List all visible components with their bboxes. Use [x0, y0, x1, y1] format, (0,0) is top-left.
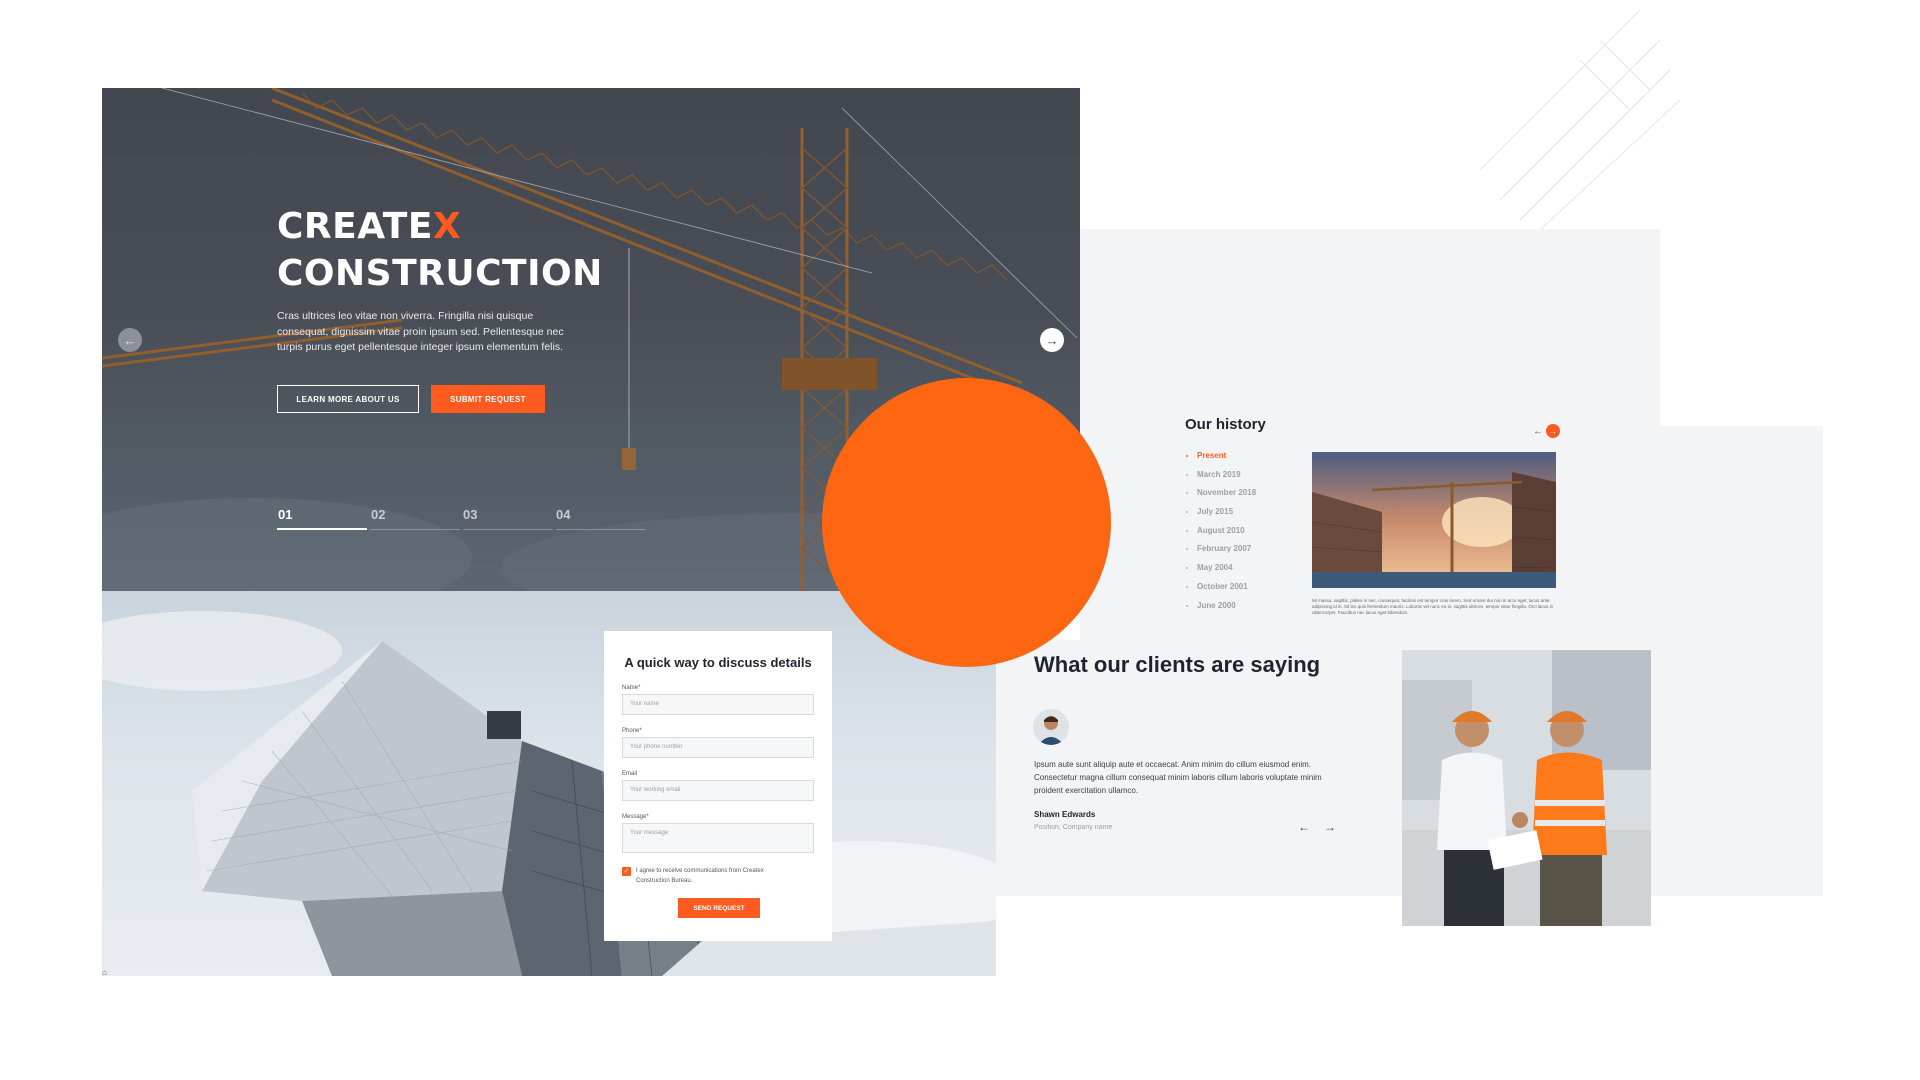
arrow-left-icon[interactable]: ←: [1298, 820, 1310, 834]
timeline-item[interactable]: Present: [1184, 451, 1256, 470]
message-label: Message*: [622, 814, 649, 820]
slide-tab-3[interactable]: 03: [463, 507, 477, 522]
history-timeline: Present March 2019 November 2018 July 20…: [1184, 451, 1256, 619]
slider-next-button[interactable]: →: [1040, 328, 1064, 352]
timeline-item[interactable]: July 2015: [1184, 507, 1256, 526]
timeline-item[interactable]: June 2000: [1184, 601, 1256, 620]
timeline-item[interactable]: November 2018: [1184, 488, 1256, 507]
submit-request-button[interactable]: SUBMIT REQUEST: [431, 385, 545, 413]
history-title: Our history: [1185, 416, 1266, 433]
hero-description: Cras ultrices leo vitae non viverra. Fri…: [277, 310, 564, 353]
slide-tab-4[interactable]: 04: [556, 507, 570, 522]
timeline-item[interactable]: August 2010: [1184, 526, 1256, 545]
timeline-item[interactable]: May 2004: [1184, 563, 1256, 582]
clients-nav: ← →: [1298, 820, 1336, 834]
slide-progress: [370, 529, 460, 530]
timeline-item[interactable]: October 2001: [1184, 582, 1256, 601]
phone-label: Phone*: [622, 728, 642, 734]
timeline-item[interactable]: February 2007: [1184, 544, 1256, 563]
slider-prev-button[interactable]: ←: [118, 328, 142, 352]
name-input[interactable]: Your name: [622, 694, 814, 715]
arrow-left-icon[interactable]: ←: [1533, 426, 1543, 437]
arrow-right-icon[interactable]: →: [1324, 820, 1336, 834]
consent-checkbox[interactable]: ✓: [622, 867, 631, 876]
send-request-button[interactable]: SEND REQUEST: [678, 898, 760, 918]
client-quote: Ipsum aute sunt aliquip aute et occaecat…: [1034, 760, 1322, 795]
decorative-lines: [1480, 9, 1680, 230]
history-caption: Mi massa, sagittis, platea in nec, conse…: [1312, 598, 1554, 615]
small-icon: ⌂: [102, 968, 107, 977]
client-name: Shawn Edwards: [1034, 810, 1096, 819]
history-panel-bg: [1080, 229, 1660, 429]
contact-form: A quick way to discuss details Name* You…: [604, 631, 832, 941]
arrow-left-icon: ←: [123, 332, 137, 348]
client-position: Position, Company name: [1034, 824, 1113, 831]
clients-title: What our clients are saying: [1034, 652, 1321, 677]
name-label: Name*: [622, 685, 641, 691]
message-textarea[interactable]: Your message: [622, 823, 814, 853]
form-title: A quick way to discuss details: [624, 655, 812, 670]
building-image: [102, 611, 996, 976]
phone-input[interactable]: Your phone number: [622, 737, 814, 758]
slide-tab-2[interactable]: 02: [371, 507, 385, 522]
consent-label: I agree to receive communications from C…: [636, 868, 764, 884]
hero-title-line2: CONSTRUCTION: [277, 253, 603, 294]
arrow-right-icon: →: [1045, 332, 1059, 348]
email-label: Email: [622, 771, 638, 777]
avatar: [1033, 709, 1069, 745]
slide-tab-1[interactable]: 01: [278, 507, 292, 522]
history-image: [1312, 452, 1556, 588]
contact-section: A quick way to discuss details Name* You…: [102, 591, 996, 976]
history-nav: ← →: [1533, 424, 1560, 438]
arrow-right-icon[interactable]: →: [1546, 424, 1560, 438]
slide-progress: [556, 529, 646, 530]
orange-circle-decoration: [822, 378, 1111, 667]
learn-more-button[interactable]: LEARN MORE ABOUT US: [277, 385, 419, 413]
workers-image: [1402, 650, 1651, 926]
email-input[interactable]: Your working email: [622, 780, 814, 801]
slide-progress: [463, 529, 553, 530]
timeline-item[interactable]: March 2019: [1184, 470, 1256, 489]
hero-title-accent: X: [432, 206, 462, 247]
hero-title-line1: CREATEX: [277, 206, 462, 247]
slide-progress-active: [277, 528, 367, 530]
